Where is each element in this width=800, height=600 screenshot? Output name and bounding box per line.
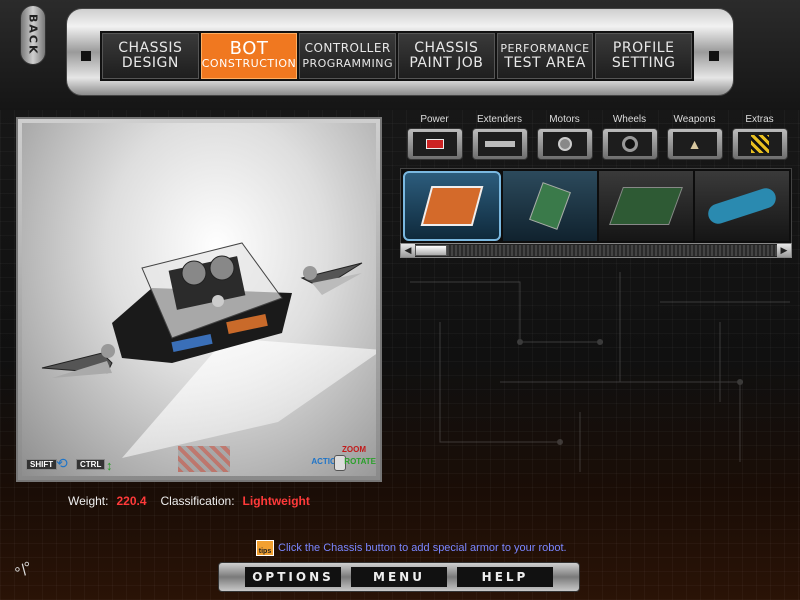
wheel-icon xyxy=(607,132,652,156)
category-label: Extras xyxy=(745,114,774,125)
parts-list xyxy=(400,168,792,244)
motor-icon xyxy=(542,132,587,156)
battery-icon xyxy=(412,132,457,156)
options-button[interactable]: OPTIONS xyxy=(245,567,341,587)
tab-line2: TEST AREA xyxy=(504,55,586,71)
tab-line2: SETTING xyxy=(611,55,676,71)
parts-scrollbar[interactable]: ◀ ▶ xyxy=(400,243,792,258)
scroll-left-icon[interactable]: ◀ xyxy=(401,244,415,257)
category-wheels-button[interactable] xyxy=(601,128,658,160)
category-extenders[interactable]: Extenders xyxy=(467,114,532,168)
back-button[interactable]: BACK xyxy=(20,5,46,65)
tip-text: Click the Chassis button to add special … xyxy=(278,542,567,554)
part-item[interactable] xyxy=(599,171,693,241)
category-label: Power xyxy=(420,114,449,125)
category-power[interactable]: Power xyxy=(402,114,467,168)
category-motors-button[interactable] xyxy=(536,128,593,160)
shift-key-hint: SHIFT xyxy=(26,459,58,470)
bottom-menu-bar: OPTIONS MENU HELP xyxy=(218,562,580,592)
extender-bar-icon xyxy=(477,132,522,156)
tab-performance-test-area[interactable]: PERFORMANCE TEST AREA xyxy=(496,33,594,79)
category-label: Wheels xyxy=(612,114,647,125)
category-motors[interactable]: Motors xyxy=(532,114,597,168)
tip-message: tips Click the Chassis button to add spe… xyxy=(256,540,567,556)
tab-line2: PROGRAMMING xyxy=(302,57,394,70)
part-item[interactable] xyxy=(403,171,501,241)
circuit-decoration xyxy=(410,272,790,472)
corner-logo-icon: °/° xyxy=(12,558,37,583)
menu-button[interactable]: MENU xyxy=(351,567,447,587)
tab-chassis-paint-job[interactable]: CHASSIS PAINT JOB xyxy=(398,33,495,79)
vertical-arrow-icon: ↕ xyxy=(106,458,113,473)
rotate-arrow-icon: ⟲ xyxy=(56,455,68,471)
rotate-hint: ROTATE xyxy=(344,457,376,466)
back-label: BACK xyxy=(26,14,40,56)
help-button[interactable]: HELP xyxy=(457,567,553,587)
nav-tabs: CHASSIS DESIGN BOT CONSTRUCTION CONTROLL… xyxy=(100,31,694,81)
category-label: Weapons xyxy=(673,114,716,125)
zoom-hint: ZOOM xyxy=(342,445,366,454)
category-weapons[interactable]: Weapons ▲ xyxy=(662,114,727,168)
category-weapons-button[interactable]: ▲ xyxy=(666,128,723,160)
robot-model[interactable] xyxy=(22,123,376,476)
tab-line1: BOT xyxy=(229,38,269,59)
category-extras-button[interactable] xyxy=(731,128,788,160)
tab-profile-setting[interactable]: PROFILE SETTING xyxy=(595,33,693,79)
tab-line2: PAINT JOB xyxy=(409,55,484,71)
robot-3d-viewport[interactable]: SHIFT ⟲ CTRL ↕ ACTION ZOOM ROTATE xyxy=(16,117,382,482)
tab-line2: DESIGN xyxy=(121,55,179,71)
orange-circuit-board-icon xyxy=(420,186,484,226)
tips-icon-label: tips xyxy=(258,548,272,555)
tab-line1: PROFILE xyxy=(612,40,675,56)
part-categories: Power Extenders Motors Wheels Weapons ▲ … xyxy=(402,114,792,168)
top-navigation: BACK CHASSIS DESIGN BOT CONSTRUCTION CON… xyxy=(0,0,800,110)
category-wheels[interactable]: Wheels xyxy=(597,114,662,168)
category-label: Extenders xyxy=(476,114,523,125)
tips-icon: tips xyxy=(256,540,274,556)
part-item[interactable] xyxy=(695,171,789,241)
tab-line1: PERFORMANCE xyxy=(500,42,590,55)
viewport-part-thumbnail xyxy=(178,446,230,472)
large-circuit-board-icon xyxy=(609,187,683,225)
classification-label: Classification: xyxy=(160,494,235,508)
category-power-button[interactable] xyxy=(406,128,463,160)
nav-frame-left-cap xyxy=(81,51,91,61)
category-extenders-button[interactable] xyxy=(471,128,528,160)
category-extras[interactable]: Extras xyxy=(727,114,792,168)
tab-line2: CONSTRUCTION xyxy=(201,57,297,70)
tab-controller-programming[interactable]: CONTROLLER PROGRAMMING xyxy=(299,33,397,79)
hazard-icon xyxy=(737,132,782,156)
scroll-thumb[interactable] xyxy=(415,245,447,256)
tab-line1: CONTROLLER xyxy=(304,41,391,55)
weight-value: 220.4 xyxy=(116,494,147,508)
tab-line1: CHASSIS xyxy=(118,40,183,56)
weight-label: Weight: xyxy=(68,494,109,508)
ctrl-key-hint: CTRL xyxy=(76,459,106,470)
part-item[interactable] xyxy=(503,171,597,241)
tab-chassis-design[interactable]: CHASSIS DESIGN xyxy=(102,33,199,79)
green-circuit-board-icon xyxy=(529,182,571,230)
blue-canister-icon xyxy=(705,185,779,227)
scroll-track[interactable] xyxy=(415,245,777,256)
weapon-icon: ▲ xyxy=(672,132,717,156)
scroll-right-icon[interactable]: ▶ xyxy=(777,244,791,257)
tab-bot-construction[interactable]: BOT CONSTRUCTION xyxy=(200,33,298,79)
viewport-canvas[interactable]: SHIFT ⟲ CTRL ↕ ACTION ZOOM ROTATE xyxy=(22,123,376,476)
nav-frame-right-cap xyxy=(709,51,719,61)
classification-value: Lightweight xyxy=(242,494,310,508)
tab-line1: CHASSIS xyxy=(414,40,479,56)
robot-stats: Weight: 220.4 Classification: Lightweigh… xyxy=(68,494,316,508)
nav-frame: CHASSIS DESIGN BOT CONSTRUCTION CONTROLL… xyxy=(66,8,734,96)
category-label: Motors xyxy=(549,114,580,125)
